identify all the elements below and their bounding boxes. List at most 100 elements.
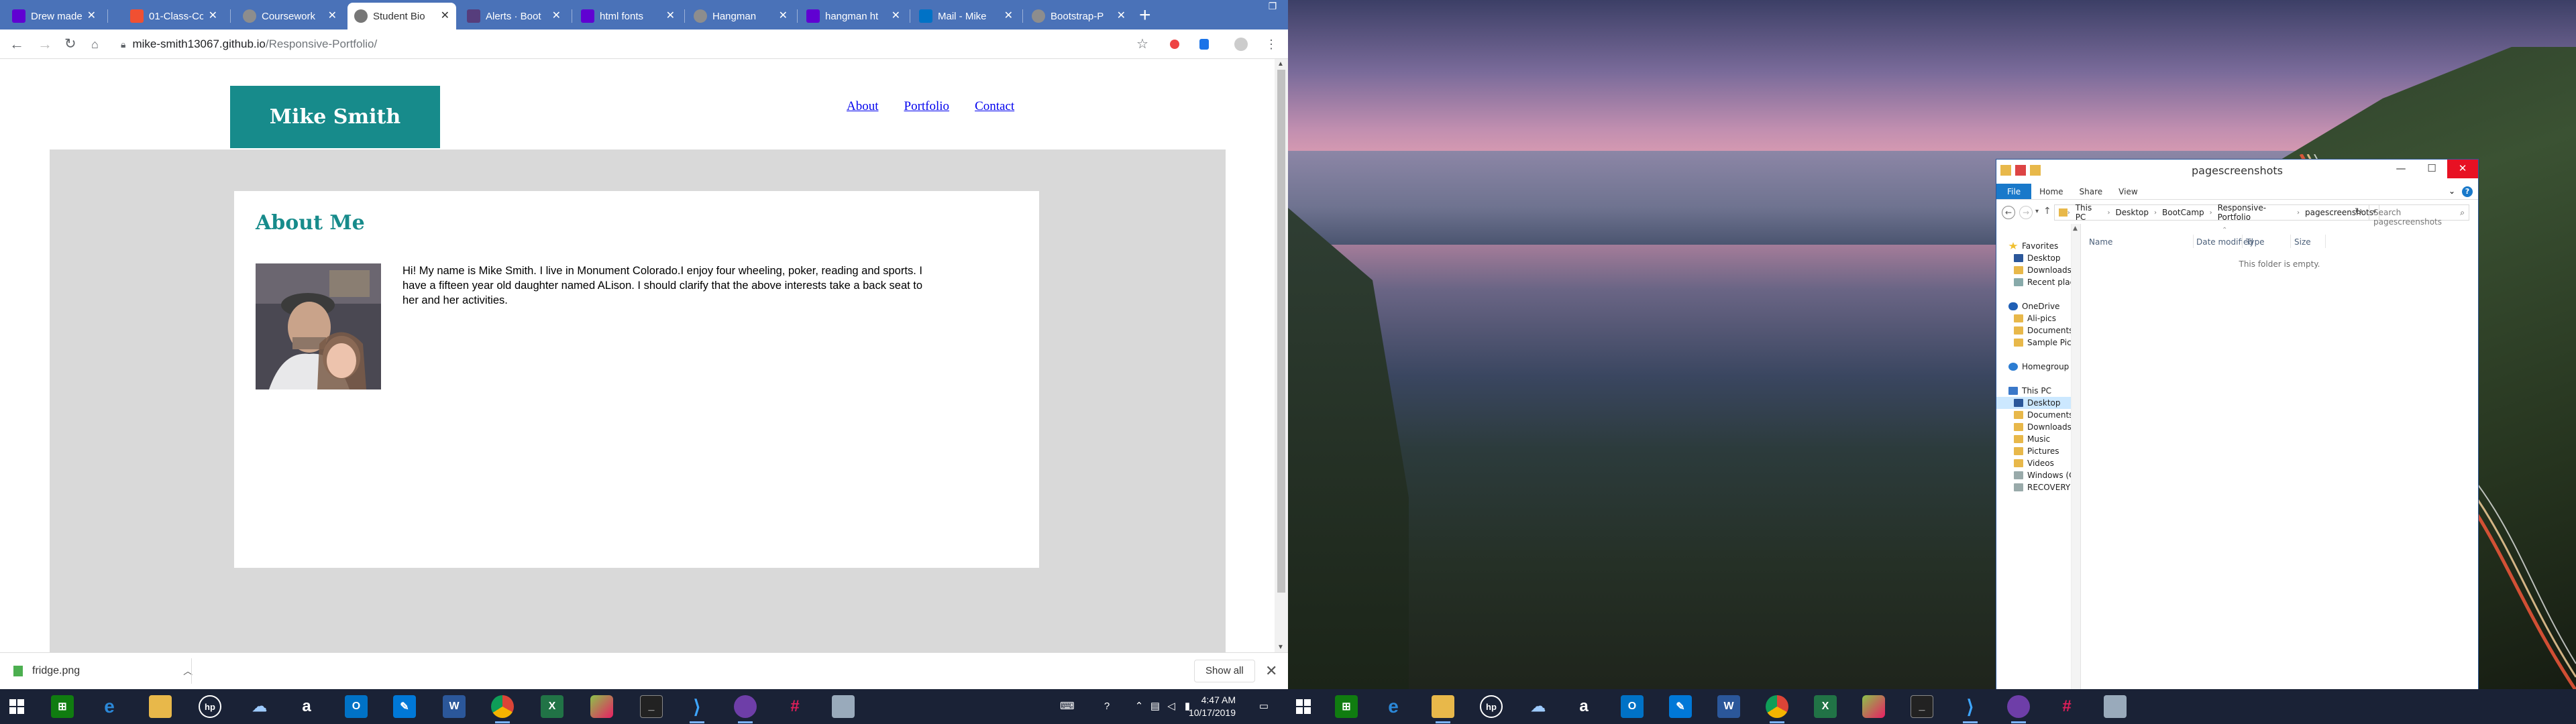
nav-item-recovery-d[interactable]: RECOVERY (D:) <box>2014 481 2071 493</box>
reload-icon[interactable]: ↻ <box>64 35 76 54</box>
keyboard-icon[interactable]: ⌨ <box>1060 700 1075 713</box>
close-tab-icon[interactable]: ✕ <box>441 11 449 21</box>
ribbon-tab-file[interactable]: File <box>1996 184 2032 199</box>
start-windows-icon[interactable] <box>1292 695 1315 718</box>
help-icon[interactable]: ? <box>2462 186 2473 197</box>
app-icon[interactable] <box>1862 695 1885 718</box>
nav-item-videos[interactable]: Videos <box>2014 457 2071 469</box>
paint-icon[interactable]: ✎ <box>393 695 416 718</box>
tab-4[interactable]: Alerts · Boot ✕ <box>460 3 568 29</box>
close-icon[interactable]: ✕ <box>2447 160 2478 178</box>
back-icon[interactable]: ← <box>2002 206 2015 219</box>
nav-item-ali-pics[interactable]: Ali-pics <box>2014 312 2071 324</box>
chevron-up-icon[interactable]: ⌃ <box>1132 700 1146 713</box>
extension-icon[interactable] <box>1199 39 1209 50</box>
profile-avatar-icon[interactable] <box>1234 38 1248 51</box>
volume-icon[interactable]: ◁ <box>1165 700 1178 713</box>
close-tab-icon[interactable]: ✕ <box>328 11 337 21</box>
explorer-breadcrumb[interactable]: › This PC › Desktop › BootCamp › Respons… <box>2054 203 2379 222</box>
navigation-pane-scrollbar[interactable]: ▲ <box>2072 224 2081 691</box>
refresh-icon[interactable]: ↻ <box>2355 206 2363 217</box>
column-header-type[interactable]: Type <box>2246 237 2265 247</box>
breadcrumb-pagescreenshots[interactable]: pagescreenshots <box>2300 208 2379 217</box>
nav-link-contact[interactable]: Contact <box>975 99 1014 114</box>
outlook-icon[interactable]: O <box>345 695 368 718</box>
excel-icon[interactable]: X <box>1814 695 1837 718</box>
word-icon[interactable]: W <box>443 695 466 718</box>
nav-item-documents[interactable]: Documents <box>2014 324 2071 337</box>
nav-item-downloads[interactable]: Downloads <box>2014 421 2071 433</box>
app-icon[interactable] <box>590 695 613 718</box>
expand-ribbon-icon[interactable]: ⌄ <box>2449 186 2455 197</box>
tab-2[interactable]: Coursework ✕ <box>236 3 343 29</box>
file-explorer-icon[interactable] <box>1432 695 1454 723</box>
show-all-button[interactable]: Show all <box>1194 660 1255 682</box>
word-icon[interactable]: W <box>1717 695 1740 718</box>
start-windows-icon[interactable] <box>5 695 28 718</box>
nav-homegroup[interactable]: Homegroup <box>2008 361 2071 373</box>
tab-6[interactable]: Hangman ✕ <box>687 3 794 29</box>
download-item[interactable]: fridge.png ︿ <box>13 660 193 682</box>
cloud-icon[interactable]: ☁ <box>248 695 271 718</box>
close-tab-icon[interactable]: ✕ <box>209 11 217 21</box>
terminal-icon[interactable]: _ <box>640 695 663 718</box>
maximize-icon[interactable]: ☐ <box>2416 160 2447 178</box>
tab-3-active[interactable]: Student Bio ✕ <box>347 3 456 29</box>
nav-item-sample-pictures[interactable]: Sample Pictures <box>2014 337 2071 349</box>
close-tab-icon[interactable]: ✕ <box>779 11 788 21</box>
explorer-file-list[interactable]: ⌃ Name Date modified Type Size This fold… <box>2081 224 2478 690</box>
home-icon[interactable]: ⌂ <box>91 35 99 54</box>
address-bar[interactable]: 🔒︎ mike-smith13067.github.io/Responsive-… <box>121 35 1154 54</box>
tab-5[interactable]: html fonts ✕ <box>574 3 682 29</box>
scroll-thumb[interactable] <box>1277 70 1285 593</box>
github-desktop-icon[interactable] <box>734 695 757 723</box>
tab-0[interactable]: Drew made ✕ <box>5 3 103 29</box>
extension-icon[interactable] <box>1170 40 1179 49</box>
slack-icon[interactable]: # <box>2055 695 2078 718</box>
nav-this-pc[interactable]: This PC <box>2008 385 2071 397</box>
close-tab-icon[interactable]: ✕ <box>1117 11 1126 21</box>
nav-item-recent-places[interactable]: Recent places <box>2014 276 2071 288</box>
chrome-icon[interactable] <box>491 695 514 723</box>
amazon-icon[interactable]: a <box>295 695 318 718</box>
cloud-icon[interactable]: ☁ <box>1527 695 1550 718</box>
site-header[interactable]: Mike Smith <box>230 86 440 148</box>
up-arrow-icon[interactable]: ↑ <box>2043 206 2051 217</box>
nav-item-desktop[interactable]: Desktop <box>2014 252 2071 264</box>
slack-icon[interactable]: # <box>784 695 806 718</box>
breadcrumb-responsive-portfolio[interactable]: Responsive-Portfolio <box>2212 203 2297 222</box>
nav-onedrive[interactable]: OneDrive <box>2008 300 2071 312</box>
paint-icon[interactable]: ✎ <box>1669 695 1692 718</box>
nav-item-pictures[interactable]: Pictures <box>2014 445 2071 457</box>
breadcrumb-this-pc[interactable]: This PC <box>2070 203 2108 222</box>
scroll-up-arrow-icon[interactable]: ▲ <box>1277 60 1284 68</box>
amazon-icon[interactable]: a <box>1572 695 1595 718</box>
scroll-up-arrow-icon[interactable]: ▲ <box>2073 225 2078 232</box>
close-icon[interactable]: ✕ <box>1265 662 1277 680</box>
ribbon-tab-view[interactable]: View <box>2110 184 2145 199</box>
recent-locations-icon[interactable]: ▾ <box>2035 208 2039 215</box>
app-icon[interactable] <box>832 695 855 718</box>
close-tab-icon[interactable]: ✕ <box>1004 11 1013 21</box>
back-icon[interactable]: ← <box>9 35 24 54</box>
tab-7[interactable]: hangman ht ✕ <box>800 3 907 29</box>
vscode-icon[interactable]: ⟩ <box>686 695 708 723</box>
scroll-down-arrow-icon[interactable]: ▼ <box>1277 644 1284 651</box>
excel-icon[interactable]: X <box>541 695 564 718</box>
nav-link-portfolio[interactable]: Portfolio <box>904 99 950 114</box>
action-center-icon[interactable]: ▭ <box>1257 700 1271 713</box>
store-icon[interactable]: ⊞ <box>51 695 74 718</box>
help-icon[interactable]: ? <box>1100 700 1114 713</box>
hp-icon[interactable]: hp <box>1480 695 1503 718</box>
column-header-size[interactable]: Size <box>2294 237 2311 247</box>
new-tab-button[interactable]: + <box>1139 5 1151 25</box>
explorer-title-bar[interactable]: pagescreenshots — ☐ ✕ <box>1996 160 2478 182</box>
outlook-icon[interactable]: O <box>1621 695 1644 718</box>
tab-1[interactable]: 01-Class-Con ✕ <box>123 3 224 29</box>
tab-9[interactable]: Bootstrap-P ✕ <box>1025 3 1132 29</box>
terminal-icon[interactable]: _ <box>1911 695 1933 718</box>
app-icon[interactable] <box>2104 695 2127 718</box>
vscode-icon[interactable]: ⟩ <box>1959 695 1982 723</box>
column-header-date-modified[interactable]: Date modified <box>2196 237 2253 247</box>
nav-item-desktop-selected[interactable]: Desktop <box>1996 397 2071 409</box>
